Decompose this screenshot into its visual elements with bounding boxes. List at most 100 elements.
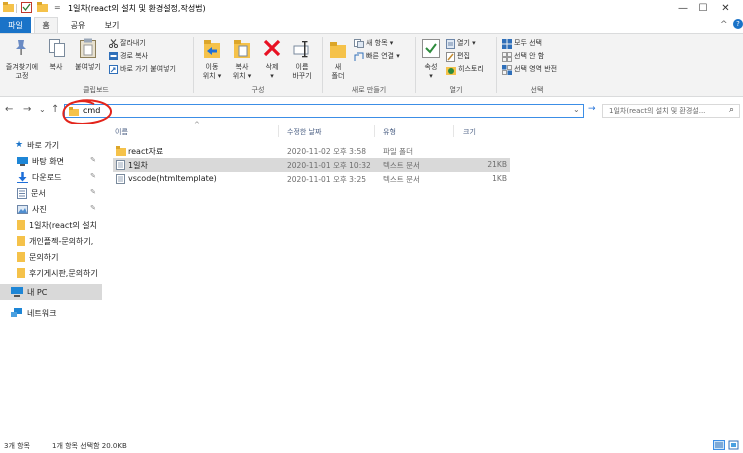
nav-item-network[interactable]: 네트워크: [0, 305, 102, 321]
copy-to-label-1: 복사: [235, 63, 249, 71]
large-icons-view-icon[interactable]: [728, 440, 740, 450]
file-name: 1일차: [128, 161, 148, 170]
copy-to-button[interactable]: 복사 위치 ▾: [228, 37, 256, 83]
tab-file[interactable]: 파일: [0, 17, 31, 33]
nav-item-desktop[interactable]: 바탕 화면 ✎: [0, 153, 102, 169]
file-row[interactable]: vscode(htmltemplate) 2020-11-01 오후 3:25 …: [113, 172, 510, 186]
properties-label-2: ▾: [429, 72, 433, 80]
file-name: vscode(htmltemplate): [128, 174, 217, 183]
help-icon[interactable]: ?: [733, 19, 743, 29]
properties-button[interactable]: 속성 ▾: [419, 37, 443, 83]
new-folder-button[interactable]: 새 폴더: [326, 37, 350, 83]
nav-item-folder[interactable]: 1일차(react의 설치: [0, 217, 102, 233]
nav-item-pictures[interactable]: 사진 ✎: [0, 201, 102, 217]
nav-item-label: 바탕 화면: [32, 156, 64, 166]
column-divider: [374, 125, 375, 137]
nav-item-this-pc[interactable]: 내 PC: [0, 284, 102, 300]
move-to-label-2: 위치 ▾: [202, 72, 222, 80]
open-label: 열기 ▾: [457, 39, 476, 47]
tab-view[interactable]: 보기: [98, 17, 126, 33]
select-all-label: 모두 선택: [514, 39, 542, 47]
nav-item-folder[interactable]: 후기게시판,문의하기: [0, 265, 102, 281]
file-type: 파일 폴더: [383, 147, 413, 156]
invert-selection-icon: [502, 65, 512, 75]
collapse-ribbon-icon[interactable]: ^: [720, 20, 728, 30]
properties-quick-icon[interactable]: [21, 2, 32, 13]
move-to-button[interactable]: 이동 위치 ▾: [198, 37, 226, 83]
nav-item-label: 네트워크: [27, 308, 57, 318]
pin-icon: ✎: [90, 188, 96, 196]
open-group-label: 열기: [449, 86, 463, 94]
delete-label-1: 삭제: [265, 63, 279, 71]
pin-to-quick-access-button[interactable]: 즐겨찾기에 고정: [2, 37, 42, 83]
address-bar[interactable]: cmd ⌄: [64, 104, 584, 118]
paste-shortcut-label: 바로 가기 붙여넣기: [120, 65, 176, 73]
ribbon-tabs: 파일 홈 공유 보기 ^ ?: [0, 17, 743, 33]
column-header-date[interactable]: 수정한 날짜: [287, 127, 321, 137]
file-row[interactable]: 1일차 2020-11-01 오후 10:32 텍스트 문서 21KB: [113, 158, 510, 172]
copy-path-label: 경로 복사: [120, 52, 148, 60]
forward-icon[interactable]: →: [23, 104, 31, 115]
tab-home[interactable]: 홈: [34, 17, 58, 33]
folder-icon: [3, 2, 14, 12]
easy-access-label: 빠른 연결 ▾: [366, 52, 400, 60]
selection-info: 1개 항목 선택함 20.0KB: [52, 442, 127, 450]
file-date: 2020-11-02 오후 3:58: [287, 147, 366, 156]
rename-button[interactable]: 이름 바꾸기: [287, 37, 317, 83]
edit-icon: [446, 52, 455, 62]
nav-item-folder[interactable]: 개인플젝-문의하기,: [0, 233, 102, 249]
copy-button[interactable]: 복사: [44, 37, 68, 83]
file-type: 텍스트 문서: [383, 175, 420, 184]
maximize-icon: ☐: [698, 3, 708, 14]
details-view-icon[interactable]: [713, 440, 725, 450]
quick-access-dropdown[interactable]: =: [54, 3, 61, 12]
nav-item-folder[interactable]: 문의하기: [0, 249, 102, 265]
invert-selection-label: 선택 영역 반전: [514, 65, 558, 73]
file-name: react자료: [128, 147, 164, 156]
new-folder-quick-icon[interactable]: [37, 2, 48, 12]
search-input[interactable]: 1일차(react의 설치 및 환경설...: [609, 106, 705, 116]
search-box[interactable]: 1일차(react의 설치 및 환경설... ⌕: [602, 104, 740, 118]
column-divider: [453, 125, 454, 137]
delete-button[interactable]: 삭제 ▾: [259, 37, 285, 83]
properties-label-1: 속성: [424, 63, 438, 71]
delete-label-2: ▾: [270, 72, 274, 80]
scissors-icon: [109, 39, 118, 48]
ribbon: 즐겨찾기에 고정 복사 붙여넣기 잘라내기 경로 복사 바로 가기 붙여넣기 클…: [0, 33, 743, 97]
column-header-type[interactable]: 유형: [383, 127, 396, 137]
nav-item-label: 사진: [32, 204, 47, 214]
column-header-size[interactable]: 크기: [463, 127, 476, 137]
nav-item-label: 후기게시판,문의하기: [29, 268, 98, 278]
copy-path-icon: [109, 52, 118, 60]
history-icon: [446, 65, 456, 75]
pin-label-2: 고정: [15, 72, 29, 80]
navigation-pane: ★ 바로 가기 바탕 화면 ✎ 다운로드 ✎ 문서 ✎ 사진 ✎ 1일차(rea…: [0, 124, 102, 434]
column-header-name[interactable]: 이름: [115, 127, 128, 137]
properties-icon: [422, 39, 440, 58]
paste-button[interactable]: 붙여넣기: [70, 37, 106, 83]
file-row[interactable]: react자료 2020-11-02 오후 3:58 파일 폴더: [113, 144, 510, 158]
folder-icon: [17, 236, 25, 246]
select-group-label: 선택: [530, 86, 544, 94]
nav-item-documents[interactable]: 문서 ✎: [0, 185, 102, 201]
new-folder-label-2: 폴더: [331, 72, 345, 80]
back-icon[interactable]: ←: [5, 104, 13, 115]
copy-label: 복사: [49, 63, 63, 71]
status-bar: 3개 항목 1개 항목 선택함 20.0KB: [0, 438, 743, 453]
nav-item-label: 바로 가기: [27, 140, 60, 150]
desktop-icon: [17, 156, 28, 166]
tab-share[interactable]: 공유: [64, 17, 92, 33]
new-item-label: 새 항목 ▾: [366, 39, 394, 47]
go-icon[interactable]: →: [588, 104, 596, 114]
close-button[interactable]: ✕: [708, 0, 743, 17]
nav-item-downloads[interactable]: 다운로드 ✎: [0, 169, 102, 185]
nav-item-quick-access[interactable]: ★ 바로 가기: [0, 137, 102, 153]
clipboard-group-label: 클립보드: [83, 86, 109, 94]
folder-icon: [17, 252, 25, 262]
recent-locations-icon[interactable]: ⌄: [39, 105, 46, 114]
text-file-icon: [116, 160, 125, 170]
new-group-label: 새로 만들기: [351, 86, 387, 94]
paste-label: 붙여넣기: [75, 63, 101, 71]
address-dropdown-icon[interactable]: ⌄: [573, 105, 580, 114]
file-date: 2020-11-01 오후 3:25: [287, 175, 366, 184]
